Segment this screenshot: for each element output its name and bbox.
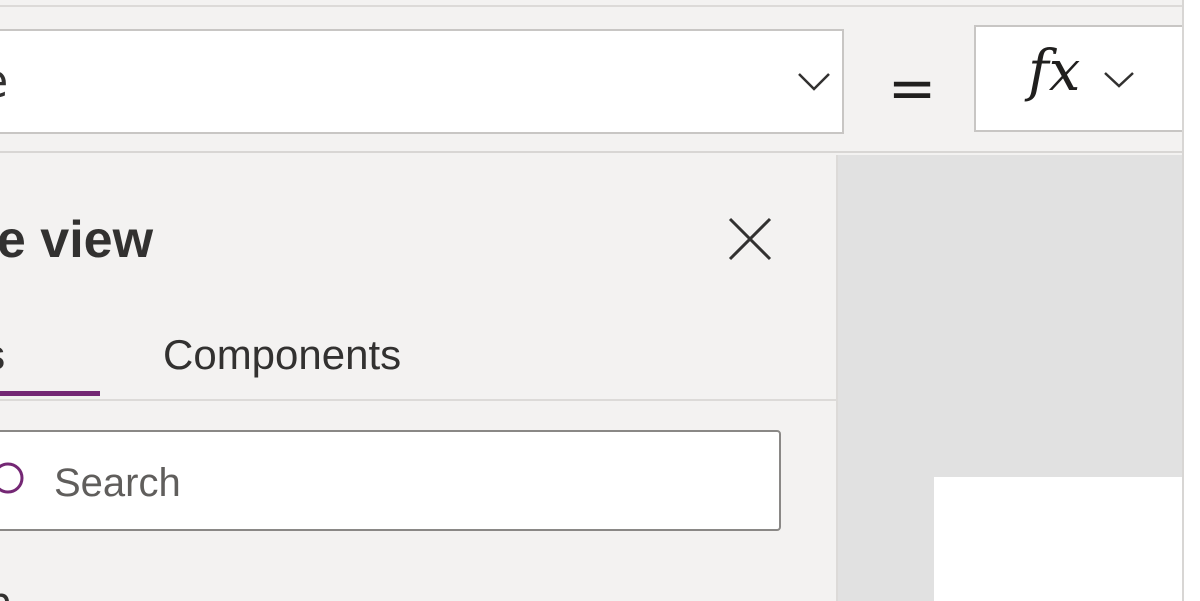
power-apps-studio: e = fx ee view eens Comp [0,0,1200,601]
list-item[interactable]: n [0,575,13,601]
property-dropdown[interactable]: e [0,29,844,134]
tab-components[interactable]: Components [163,327,401,383]
equals-sign: = [887,54,937,122]
property-dropdown-value: e [0,51,8,111]
close-icon [728,217,772,261]
chevron-down-icon [1102,69,1136,95]
tree-view-pane: ee view eens Components n [0,155,838,601]
right-panel-edge [1182,0,1200,601]
pane-title: ee view [0,211,154,269]
chevron-down-icon [797,71,831,97]
search-box[interactable] [0,430,781,531]
canvas-area [838,155,1182,601]
fx-icon: fx [1028,39,1081,104]
search-input[interactable] [54,456,734,510]
tabs-divider [0,399,836,401]
close-button[interactable] [722,211,778,267]
formula-bar: e = fx [0,7,1182,153]
top-border [0,0,1200,7]
tab-screens[interactable]: eens [0,327,5,383]
search-icon [0,454,34,508]
fx-button[interactable]: fx [974,25,1182,132]
tab-selected-indicator [0,391,100,396]
canvas-screen[interactable] [934,477,1182,601]
